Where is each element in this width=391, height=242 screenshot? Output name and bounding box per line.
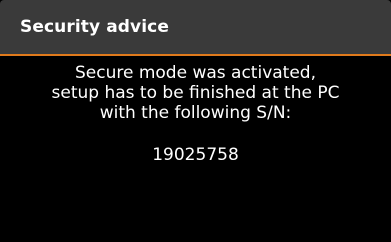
message-area: Secure mode was activated, setup has to …: [0, 56, 391, 242]
header-bar: Security advice: [0, 0, 391, 54]
header-title: Security advice: [20, 17, 169, 37]
message-line-1: Secure mode was activated,: [75, 63, 316, 83]
security-advice-screen: Security advice Secure mode was activate…: [0, 0, 391, 242]
serial-number: 19025758: [152, 145, 239, 165]
message-line-3: with the following S/N:: [99, 103, 292, 123]
message-line-2: setup has to be finished at the PC: [51, 83, 340, 103]
